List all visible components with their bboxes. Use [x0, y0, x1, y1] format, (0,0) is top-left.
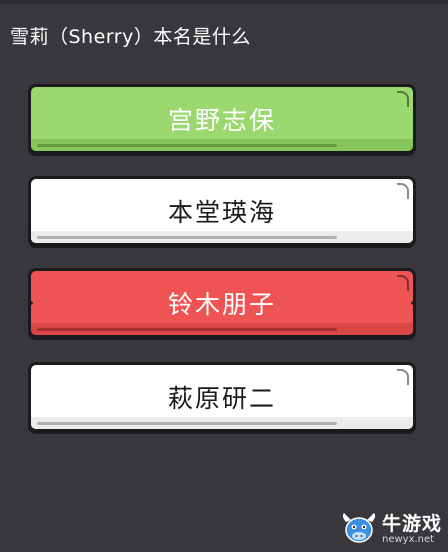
option-notch-left — [31, 298, 34, 308]
answer-option-4[interactable]: 萩原研二 — [28, 362, 416, 432]
option-curl-corner — [397, 183, 409, 199]
option-brush-stroke — [37, 236, 337, 239]
answer-option-3-label: 铃木朋子 — [167, 290, 276, 319]
option-curl-corner — [397, 275, 409, 291]
watermark-url: newyx.net — [381, 533, 435, 545]
answer-option-4-label: 萩原研二 — [167, 384, 276, 413]
option-curl-corner — [397, 369, 409, 385]
watermark-name: 牛游戏 — [381, 512, 442, 535]
answer-option-2[interactable]: 本堂瑛海 — [28, 176, 416, 246]
answer-option-2-label: 本堂瑛海 — [167, 198, 276, 227]
site-watermark: 牛游戏 newyx.net — [340, 512, 442, 546]
option-brush-stroke — [37, 422, 337, 425]
answer-option-1-label: 宫野志保 — [167, 106, 276, 135]
question-text: 雪莉（Sherry）本名是什么 — [10, 26, 251, 48]
bull-mascot-icon — [340, 512, 378, 546]
option-brush-stroke — [37, 328, 337, 331]
option-curl-corner — [397, 91, 409, 107]
top-edge-strip — [0, 0, 448, 4]
answer-option-3-wrong[interactable]: 铃木朋子 — [28, 268, 416, 338]
option-notch-right — [410, 298, 413, 308]
answer-option-1-correct[interactable]: 宫野志保 — [28, 84, 416, 154]
option-brush-stroke — [37, 144, 337, 147]
